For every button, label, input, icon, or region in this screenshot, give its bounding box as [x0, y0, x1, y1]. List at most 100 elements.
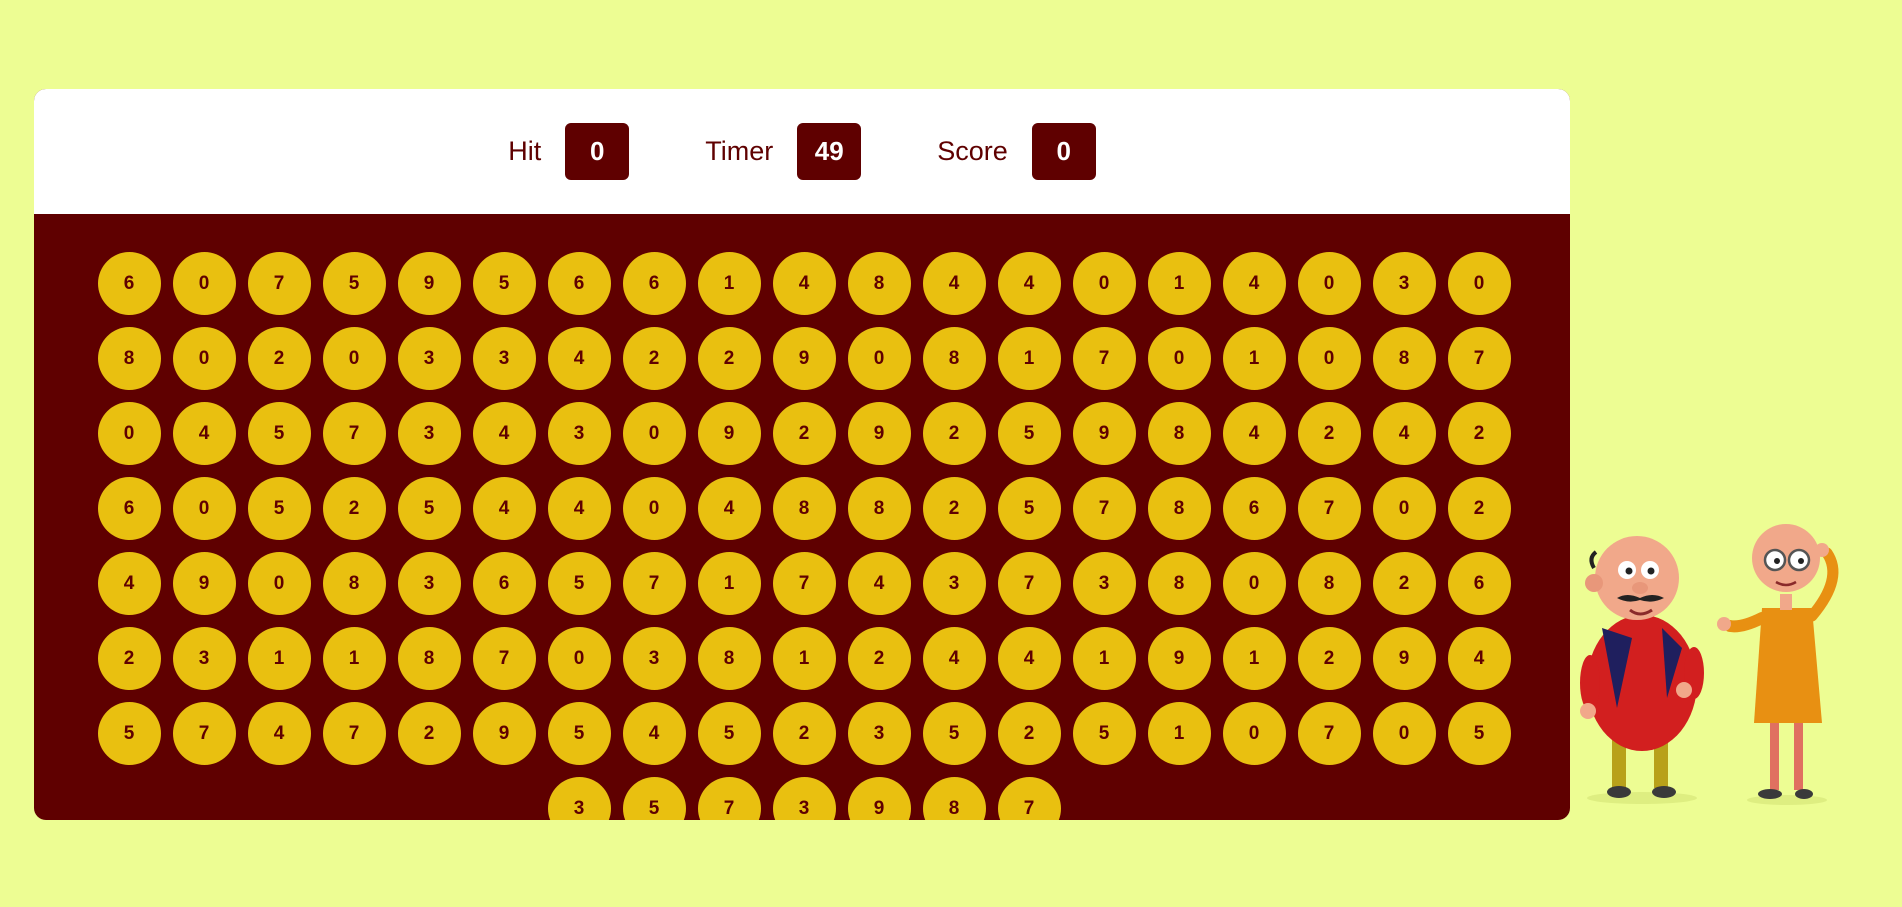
number-bubble[interactable]: 7 [622, 552, 686, 615]
number-bubble[interactable]: 3 [847, 702, 911, 765]
number-bubble[interactable]: 4 [922, 252, 986, 315]
number-bubble[interactable]: 5 [247, 477, 311, 540]
number-bubble[interactable]: 2 [847, 627, 911, 690]
number-bubble[interactable]: 4 [547, 477, 611, 540]
number-bubble[interactable]: 0 [1297, 252, 1361, 315]
number-bubble[interactable]: 8 [1147, 477, 1211, 540]
number-bubble[interactable]: 3 [397, 552, 461, 615]
number-bubble[interactable]: 9 [847, 777, 911, 820]
number-bubble[interactable]: 7 [1297, 477, 1361, 540]
number-bubble[interactable]: 1 [1147, 702, 1211, 765]
number-bubble[interactable]: 7 [1297, 702, 1361, 765]
number-bubble[interactable]: 0 [1222, 552, 1286, 615]
number-bubble[interactable]: 6 [547, 252, 611, 315]
number-bubble[interactable]: 0 [247, 552, 311, 615]
number-bubble[interactable]: 1 [697, 252, 761, 315]
number-bubble[interactable]: 7 [1447, 327, 1511, 390]
number-bubble[interactable]: 4 [1372, 402, 1436, 465]
number-bubble[interactable]: 9 [1372, 627, 1436, 690]
number-bubble[interactable]: 2 [922, 402, 986, 465]
number-bubble[interactable]: 3 [922, 552, 986, 615]
number-bubble[interactable]: 3 [1372, 252, 1436, 315]
number-bubble[interactable]: 7 [1072, 327, 1136, 390]
number-bubble[interactable]: 5 [472, 252, 536, 315]
number-bubble[interactable]: 4 [997, 627, 1061, 690]
number-bubble[interactable]: 5 [1072, 702, 1136, 765]
number-bubble[interactable]: 4 [547, 327, 611, 390]
number-bubble[interactable]: 0 [1072, 252, 1136, 315]
number-bubble[interactable]: 5 [397, 477, 461, 540]
number-bubble[interactable]: 4 [172, 402, 236, 465]
number-bubble[interactable]: 1 [1147, 252, 1211, 315]
number-bubble[interactable]: 0 [1147, 327, 1211, 390]
number-bubble[interactable]: 5 [697, 702, 761, 765]
number-bubble[interactable]: 6 [472, 552, 536, 615]
number-bubble[interactable]: 0 [172, 477, 236, 540]
number-bubble[interactable]: 2 [247, 327, 311, 390]
number-bubble[interactable]: 7 [997, 777, 1061, 820]
number-bubble[interactable]: 1 [772, 627, 836, 690]
number-bubble[interactable]: 1 [1222, 327, 1286, 390]
number-bubble[interactable]: 4 [1447, 627, 1511, 690]
number-bubble[interactable]: 4 [97, 552, 161, 615]
number-bubble[interactable]: 1 [1222, 627, 1286, 690]
number-bubble[interactable]: 8 [1147, 552, 1211, 615]
number-bubble[interactable]: 3 [1072, 552, 1136, 615]
number-bubble[interactable]: 3 [547, 402, 611, 465]
number-bubble[interactable]: 8 [1297, 552, 1361, 615]
number-bubble[interactable]: 9 [847, 402, 911, 465]
number-bubble[interactable]: 9 [772, 327, 836, 390]
number-bubble[interactable]: 0 [322, 327, 386, 390]
number-bubble[interactable]: 5 [547, 552, 611, 615]
number-bubble[interactable]: 8 [697, 627, 761, 690]
number-bubble[interactable]: 0 [1297, 327, 1361, 390]
number-bubble[interactable]: 0 [1372, 702, 1436, 765]
number-bubble[interactable]: 0 [547, 627, 611, 690]
number-bubble[interactable]: 8 [1147, 402, 1211, 465]
number-bubble[interactable]: 0 [847, 327, 911, 390]
number-bubble[interactable]: 2 [997, 702, 1061, 765]
number-bubble[interactable]: 0 [622, 402, 686, 465]
number-bubble[interactable]: 2 [697, 327, 761, 390]
number-bubble[interactable]: 7 [997, 552, 1061, 615]
number-bubble[interactable]: 3 [397, 402, 461, 465]
number-bubble[interactable]: 8 [922, 777, 986, 820]
number-bubble[interactable]: 6 [622, 252, 686, 315]
number-bubble[interactable]: 5 [997, 477, 1061, 540]
number-bubble[interactable]: 8 [772, 477, 836, 540]
number-bubble[interactable]: 0 [1222, 702, 1286, 765]
number-bubble[interactable]: 5 [547, 702, 611, 765]
number-bubble[interactable]: 7 [772, 552, 836, 615]
number-bubble[interactable]: 0 [97, 402, 161, 465]
number-bubble[interactable]: 2 [1447, 402, 1511, 465]
number-bubble[interactable]: 4 [997, 252, 1061, 315]
number-bubble[interactable]: 8 [847, 252, 911, 315]
number-bubble[interactable]: 0 [1447, 252, 1511, 315]
number-bubble[interactable]: 4 [472, 402, 536, 465]
number-bubble[interactable]: 2 [1372, 552, 1436, 615]
number-bubble[interactable]: 9 [172, 552, 236, 615]
number-bubble[interactable]: 8 [97, 327, 161, 390]
number-bubble[interactable]: 3 [472, 327, 536, 390]
number-bubble[interactable]: 5 [922, 702, 986, 765]
number-bubble[interactable]: 4 [622, 702, 686, 765]
number-bubble[interactable]: 7 [322, 702, 386, 765]
number-bubble[interactable]: 5 [997, 402, 1061, 465]
number-bubble[interactable]: 2 [772, 702, 836, 765]
number-bubble[interactable]: 1 [247, 627, 311, 690]
number-bubble[interactable]: 5 [1447, 702, 1511, 765]
number-bubble[interactable]: 9 [1147, 627, 1211, 690]
number-bubble[interactable]: 9 [697, 402, 761, 465]
number-bubble[interactable]: 4 [697, 477, 761, 540]
number-bubble[interactable]: 4 [922, 627, 986, 690]
number-bubble[interactable]: 1 [1072, 627, 1136, 690]
number-bubble[interactable]: 7 [472, 627, 536, 690]
number-bubble[interactable]: 5 [247, 402, 311, 465]
number-bubble[interactable]: 2 [97, 627, 161, 690]
number-bubble[interactable]: 4 [1222, 252, 1286, 315]
number-bubble[interactable]: 2 [772, 402, 836, 465]
number-bubble[interactable]: 4 [1222, 402, 1286, 465]
number-bubble[interactable]: 7 [247, 252, 311, 315]
number-bubble[interactable]: 1 [322, 627, 386, 690]
number-bubble[interactable]: 3 [547, 777, 611, 820]
